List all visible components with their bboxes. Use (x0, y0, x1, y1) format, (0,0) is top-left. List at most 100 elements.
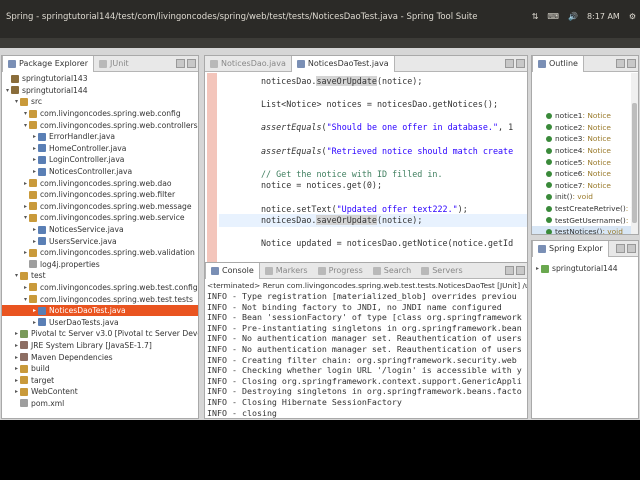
expand-twisty-icon[interactable]: ▾ (13, 272, 20, 279)
expand-twisty-icon[interactable]: ▸ (31, 238, 38, 245)
expand-twisty-icon[interactable]: ▸ (13, 377, 20, 384)
code-editor[interactable]: noticesDao.saveOrUpdate(notice); List<Not… (205, 73, 527, 263)
expand-twisty-icon[interactable]: ▸ (31, 307, 38, 314)
tree-item[interactable]: com.livingoncodes.spring.web.filter (2, 189, 198, 201)
tree-item[interactable]: ▸ NoticesService.java (2, 224, 198, 236)
tree-item[interactable]: ▸ NoticesController.java (2, 166, 198, 178)
outline-item[interactable]: notice5 : Notice (532, 156, 638, 168)
expand-twisty-icon[interactable]: ▾ (22, 122, 29, 129)
tree-item[interactable]: ▾ com.livingoncodes.spring.web.service (2, 212, 198, 224)
tab-junit[interactable]: JUnit (94, 56, 134, 72)
tab-outline[interactable]: Outline (532, 56, 584, 72)
tab-markers[interactable]: Markers (260, 263, 313, 279)
tab-spring-explor[interactable]: Spring Explor (532, 241, 609, 257)
tree-item-label: test (31, 271, 46, 281)
volume-icon[interactable]: 🔊 (568, 12, 578, 21)
tree-item[interactable]: ▸ target (2, 374, 198, 386)
expand-twisty-icon[interactable]: ▸ (13, 388, 20, 395)
outline-item[interactable]: init() : void (532, 191, 638, 203)
expand-twisty-icon[interactable]: ▾ (22, 296, 29, 303)
expand-twisty-icon[interactable]: ▸ (31, 145, 38, 152)
minimize-icon[interactable] (616, 59, 625, 68)
tree-item[interactable]: pom.xml (2, 398, 198, 410)
tree-item[interactable]: ▸ com.livingoncodes.spring.web.dao (2, 177, 198, 189)
tree-item[interactable]: ▸ JRE System Library [JavaSE-1.7] (2, 340, 198, 352)
tree-item[interactable]: ▾ src (2, 96, 198, 108)
tab-package-explorer[interactable]: Package Explorer (2, 56, 95, 72)
tree-item[interactable]: ▸ UsersService.java (2, 235, 198, 247)
tree-item[interactable]: ▸ ErrorHandler.java (2, 131, 198, 143)
tree-item[interactable]: ▸ LoginController.java (2, 154, 198, 166)
tab-search[interactable]: Search (368, 263, 416, 279)
outline-item[interactable]: notice2 : Notice (532, 122, 638, 134)
tab-console[interactable]: Console (205, 263, 260, 279)
outline-item[interactable]: testGetUsername() : v (532, 214, 638, 226)
tree-item[interactable]: springtutorial143 (2, 73, 198, 85)
clock[interactable]: 8:17 AM (587, 12, 620, 21)
tree-item[interactable]: ▾ com.livingoncodes.spring.web.test.tests (2, 293, 198, 305)
expand-twisty-icon[interactable]: ▾ (22, 110, 29, 117)
expand-twisty-icon[interactable]: ▾ (4, 87, 11, 94)
outline-item[interactable]: testCreateRetrive() : v (532, 203, 638, 215)
expand-twisty-icon[interactable]: ▸ (22, 249, 29, 256)
tree-item[interactable]: ▸ build (2, 363, 198, 375)
settings-gear-icon[interactable]: ⚙ (629, 12, 636, 21)
expand-twisty-icon[interactable]: ▸ (31, 156, 38, 163)
maximize-icon[interactable] (516, 266, 525, 275)
tree-item[interactable]: log4j.properties (2, 259, 198, 271)
expand-twisty-icon[interactable]: ▸ (22, 203, 29, 210)
console-output[interactable]: <terminated> Rerun com.livingoncodes.spr… (205, 280, 527, 418)
expand-twisty-icon[interactable]: ▸ (31, 133, 38, 140)
tree-item[interactable]: ▸ HomeController.java (2, 143, 198, 155)
tree-item[interactable]: ▾ springtutorial144 (2, 85, 198, 97)
tree-item[interactable]: ▾ test (2, 270, 198, 282)
outline-item[interactable]: notice1 : Notice (532, 110, 638, 122)
expand-twisty-icon[interactable]: ▸ (31, 226, 38, 233)
tab-servers[interactable]: Servers (416, 263, 467, 279)
keyboard-icon[interactable]: ⌨ (547, 12, 559, 21)
maximize-icon[interactable] (627, 59, 636, 68)
tree-item[interactable]: ▸ NoticesDaoTest.java (2, 304, 198, 317)
expand-twisty-icon[interactable]: ▸ (13, 342, 20, 349)
minimize-icon[interactable] (505, 266, 514, 275)
tree-item[interactable]: ▸ WebContent (2, 386, 198, 398)
expand-twisty-icon[interactable]: ▸ (13, 365, 20, 372)
network-icon[interactable]: ⇅ (532, 12, 539, 21)
outline-item[interactable]: notice4 : Notice (532, 145, 638, 157)
expand-twisty-icon[interactable]: ▸ (22, 284, 29, 291)
minimize-icon[interactable] (505, 59, 514, 68)
expand-twisty-icon[interactable]: ▸ (13, 354, 20, 361)
maximize-icon[interactable] (516, 59, 525, 68)
tree-item[interactable]: ▸ com.livingoncodes.spring.web.test.confi… (2, 282, 198, 294)
tree-item[interactable]: ▸ UserDaoTests.java (2, 316, 198, 328)
expand-twisty-icon[interactable]: ▾ (13, 98, 20, 105)
tree-item-icon (38, 144, 46, 153)
tree-item[interactable]: ▾ com.livingoncodes.spring.web.config (2, 108, 198, 120)
outline-item[interactable]: notice6 : Notice (532, 168, 638, 180)
tree-item[interactable]: ▸ Pivotal tc Server v3.0 [Pivotal tc Serv… (2, 328, 198, 340)
expand-twisty-icon[interactable]: ▸ (22, 180, 29, 187)
code-token: notice = notices.get(0); (261, 180, 383, 191)
maximize-icon[interactable] (187, 59, 196, 68)
outline-scrollbar[interactable] (631, 73, 638, 234)
outline-item[interactable]: notice7 : Notice (532, 180, 638, 192)
minimize-icon[interactable] (176, 59, 185, 68)
tree-item-icon (20, 364, 28, 373)
tree-item[interactable]: ▸ com.livingoncodes.spring.web.message (2, 201, 198, 213)
expand-twisty-icon[interactable]: ▸ (13, 330, 20, 337)
tree-item[interactable]: ▸ com.livingoncodes.spring.web.validation (2, 247, 198, 259)
outline-item[interactable]: notice3 : Notice (532, 133, 638, 145)
expand-twisty-icon[interactable]: ▸ (31, 168, 38, 175)
tab-noticesdaotest-java[interactable]: NoticesDaoTest.java (290, 56, 395, 72)
expand-twisty-icon[interactable]: ▸ (534, 265, 541, 272)
tree-item[interactable]: ▸ Maven Dependencies (2, 351, 198, 363)
minimize-icon[interactable] (616, 244, 625, 253)
maximize-icon[interactable] (627, 244, 636, 253)
spring-explorer-item[interactable]: ▸ springtutorial144 (532, 263, 638, 275)
tree-item[interactable]: ▾ com.livingoncodes.spring.web.controller… (2, 119, 198, 131)
outline-item[interactable]: testNotices() : void (532, 225, 638, 234)
expand-twisty-icon[interactable]: ▸ (31, 319, 38, 326)
tab-progress[interactable]: Progress (313, 263, 368, 279)
tab-noticesdao-java[interactable]: NoticesDao.java (205, 56, 291, 72)
expand-twisty-icon[interactable]: ▾ (22, 214, 29, 221)
